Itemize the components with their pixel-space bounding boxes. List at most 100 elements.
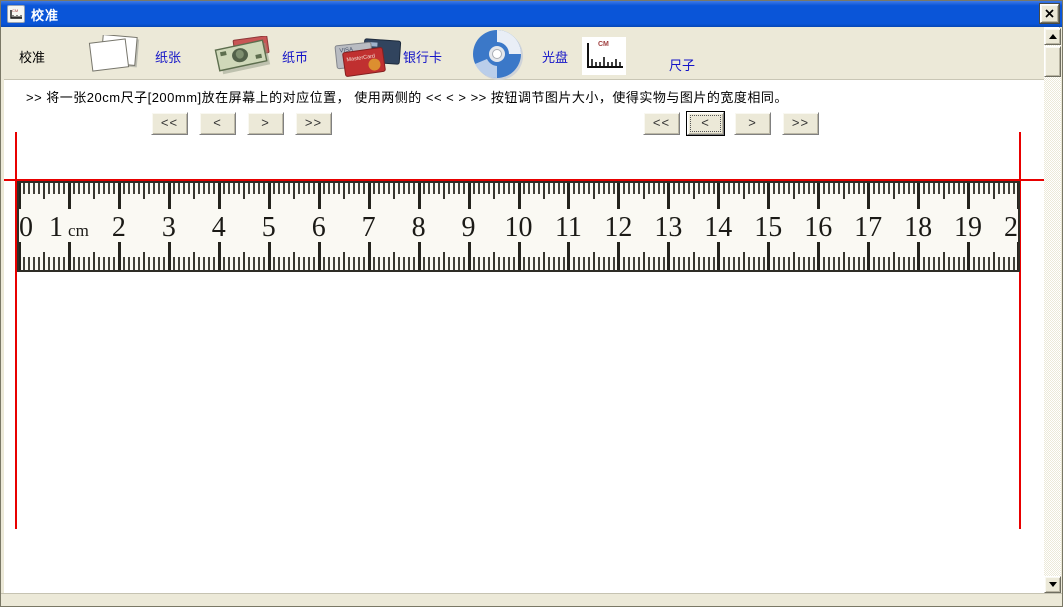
ruler-tick (383, 183, 385, 194)
ruler-tick (208, 257, 210, 270)
ruler-tick (973, 183, 975, 194)
ruler-tick (93, 252, 95, 270)
ruler-tick (613, 183, 615, 194)
ruler-tick (368, 183, 371, 209)
ruler-tick (553, 183, 555, 194)
ruler-tick (598, 257, 600, 270)
ruler-tick (913, 183, 915, 194)
ruler-tick (33, 183, 35, 194)
ruler-tick (128, 183, 130, 194)
ruler-tick (733, 257, 735, 270)
ruler-icon[interactable]: CM (582, 37, 626, 80)
ruler-tick (993, 183, 995, 199)
ruler-tick (813, 257, 815, 270)
close-button[interactable] (1040, 4, 1059, 23)
ruler-tick (998, 183, 1000, 194)
ruler-tick (443, 183, 445, 199)
close-icon (1045, 9, 1054, 18)
ruler-tick (493, 252, 495, 270)
ruler-tick (258, 183, 260, 194)
ruler-tick (753, 257, 755, 270)
right-decrease-button[interactable]: < (687, 112, 724, 135)
ruler-tick (418, 242, 421, 270)
ruler-tick (378, 183, 380, 194)
ruler-tick (658, 257, 660, 270)
ruler-tick (513, 257, 515, 270)
ruler-tick (803, 183, 805, 194)
ruler-tick (48, 183, 50, 194)
money-icon[interactable] (212, 36, 272, 81)
right-decrease-fast-button[interactable]: << (643, 112, 680, 135)
ruler-tick (268, 183, 271, 209)
ruler-tick (483, 183, 485, 194)
ruler-tick (523, 183, 525, 194)
ruler-tick (138, 257, 140, 270)
ruler-number: 15 (754, 214, 782, 242)
scrollbar-thumb[interactable] (1044, 46, 1061, 77)
toolbar-item-calibrate[interactable]: 校准 (19, 47, 45, 66)
ruler-tick (788, 183, 790, 194)
cd-icon[interactable] (469, 29, 531, 86)
titlebar[interactable]: CM 校准 (1, 1, 1063, 27)
ruler-tick (978, 257, 980, 270)
ruler-tick (188, 183, 190, 194)
bank-card-icon[interactable]: VISA MasterCard (334, 38, 402, 83)
ruler-tick (123, 183, 125, 194)
instruction-text: >> 将一张20cm尺子[200mm]放在屏幕上的对应位置， 使用两侧的 << … (26, 87, 788, 106)
ruler-tick (238, 257, 240, 270)
ruler-tick (203, 257, 205, 270)
toolbar-item-banknote[interactable]: 纸币 (282, 47, 308, 66)
paper-icon[interactable] (88, 35, 144, 80)
left-increase-fast-button[interactable]: >> (295, 112, 332, 135)
vertical-scrollbar[interactable] (1044, 28, 1061, 593)
ruler-tick (793, 183, 795, 199)
ruler-tick (108, 257, 110, 270)
ruler-tick (393, 252, 395, 270)
toolbar-item-ruler[interactable]: 尺子 (669, 55, 695, 74)
ruler-tick (858, 257, 860, 270)
ruler-tick (603, 183, 605, 194)
ruler-tick (893, 252, 895, 270)
ruler-tick (728, 183, 730, 194)
ruler-tick (758, 257, 760, 270)
toolbar-item-bank-card[interactable]: 银行卡 (403, 47, 442, 66)
toolbar-item-cd[interactable]: 光盘 (542, 47, 568, 66)
ruler-tick (703, 183, 705, 194)
toolbar-item-paper[interactable]: 纸张 (155, 47, 181, 66)
ruler-tick (233, 183, 235, 194)
ruler-tick (948, 257, 950, 270)
ruler-tick (933, 257, 935, 270)
scroll-down-button[interactable] (1044, 576, 1061, 593)
ruler-tick (967, 183, 970, 209)
ruler-tick (463, 183, 465, 194)
ruler-number: 4 (212, 214, 226, 242)
scroll-up-button[interactable] (1044, 28, 1061, 45)
ruler-tick (698, 257, 700, 270)
ruler-tick (83, 257, 85, 270)
ruler-tick (993, 252, 995, 270)
left-decrease-fast-button[interactable]: << (151, 112, 188, 135)
ruler-tick (278, 183, 280, 194)
left-decrease-button[interactable]: < (199, 112, 236, 135)
ruler-tick (303, 183, 305, 194)
ruler-tick (958, 257, 960, 270)
ruler-number: 8 (412, 214, 426, 242)
ruler-number: 19 (954, 214, 982, 242)
right-increase-button[interactable]: > (734, 112, 771, 135)
ruler-tick (293, 252, 295, 270)
ruler-tick (643, 252, 645, 270)
ruler-tick (988, 257, 990, 270)
ruler-tick (33, 257, 35, 270)
ruler-tick (613, 257, 615, 270)
ruler-tick (458, 183, 460, 194)
ruler-tick (58, 183, 60, 194)
ruler-tick (73, 183, 75, 194)
ruler-tick (253, 257, 255, 270)
right-increase-fast-button[interactable]: >> (782, 112, 819, 135)
ruler-tick (443, 252, 445, 270)
ruler-tick (567, 183, 570, 209)
left-increase-button[interactable]: > (247, 112, 284, 135)
ruler-tick (113, 183, 115, 194)
ruler-tick (558, 183, 560, 194)
ruler-tick (567, 242, 570, 270)
